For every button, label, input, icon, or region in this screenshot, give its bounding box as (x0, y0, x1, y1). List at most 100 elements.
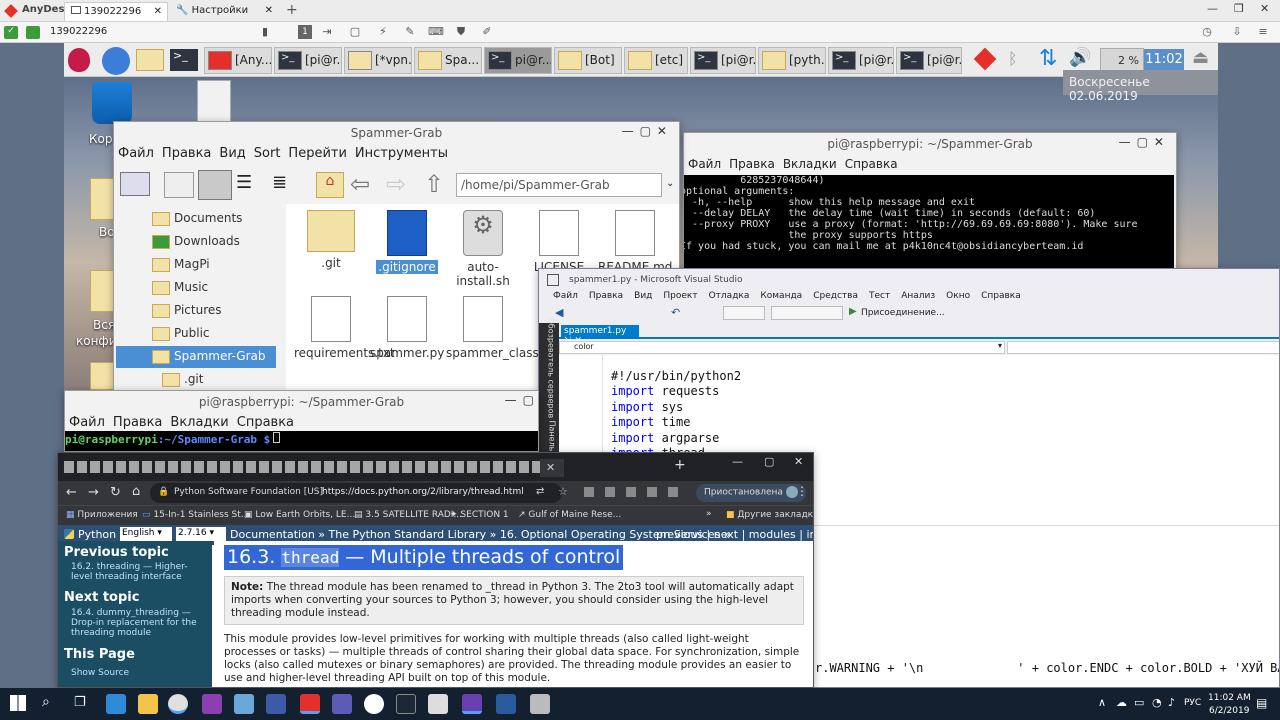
task-terminal-5[interactable]: >_[pi@r... (896, 47, 962, 74)
other-bookmarks[interactable]: ■ Другие закладки (726, 510, 813, 520)
privacy-icon[interactable]: ⛊ (454, 25, 468, 39)
menu-help[interactable]: Справка (237, 415, 294, 430)
bookmark-item[interactable]: ✦ SECTION 1 (450, 510, 509, 520)
file-item[interactable]: .git (294, 210, 368, 270)
explorer-icon[interactable] (138, 694, 158, 714)
undo-icon[interactable]: ↶ (671, 306, 680, 319)
volume-icon[interactable]: ♪ (1168, 696, 1175, 709)
bookmark-item[interactable]: ↗ Gulf of Maine Rese... (518, 510, 621, 520)
pen-icon[interactable]: ✐ (480, 25, 494, 39)
home-icon[interactable]: ⌂ (316, 172, 344, 198)
kebab-menu-icon[interactable]: ⋮ (796, 484, 808, 498)
new-window-icon[interactable] (120, 172, 150, 196)
close-icon[interactable]: ✕ (265, 5, 273, 16)
tree-pictures[interactable]: Pictures (144, 300, 222, 322)
task-terminal-4[interactable]: >_[pi@r... (828, 47, 894, 74)
star-icon[interactable]: ☆ (558, 485, 568, 498)
chat-icon[interactable]: ✎ (403, 25, 417, 39)
menu-sort[interactable]: Sort (254, 146, 281, 161)
network-icon[interactable]: ▭ (1134, 696, 1144, 709)
file-item[interactable]: ⚙ auto-install.sh (446, 210, 520, 288)
menu-project[interactable]: Проект (663, 291, 697, 301)
menu-help[interactable]: Справка (845, 157, 898, 171)
new-tab-button[interactable]: + (674, 457, 686, 473)
terminal-prompt[interactable]: pi@raspberrypi:~/Spammer-Grab $ (65, 431, 538, 451)
new-tab-button[interactable]: + (286, 2, 298, 18)
task-bot[interactable]: [Bot] (554, 47, 622, 74)
task-spa[interactable]: Spa... (414, 47, 482, 74)
sync-paused-button[interactable]: Приостановлена (696, 484, 806, 502)
language-select[interactable]: English ▾ (120, 527, 172, 541)
reload-icon[interactable]: ↻ (110, 485, 121, 500)
next-topic-link[interactable]: 16.4. dummy_threading — Drop-in replacem… (71, 608, 203, 638)
search-icon[interactable]: ⌕ (42, 694, 50, 710)
app-icon[interactable] (266, 694, 286, 714)
forward-icon[interactable]: → (88, 485, 99, 500)
pinned-tab-icons[interactable] (64, 461, 544, 473)
app-icon[interactable] (332, 694, 352, 714)
tray-chevron-icon[interactable]: ∧ (1098, 696, 1106, 709)
task-vpn[interactable]: [*vpn... (344, 47, 412, 74)
panel-clock[interactable]: 11:02 (1144, 49, 1184, 71)
close-icon[interactable]: ✕ (546, 461, 555, 474)
anydesk-taskbar-icon[interactable] (300, 694, 320, 714)
window-controls[interactable]: —▢ (505, 393, 538, 407)
toolbox-tab[interactable]: Панель (548, 421, 557, 452)
task-view-icon[interactable]: ❐ (74, 695, 86, 710)
task-anydesk[interactable]: [Any... (204, 47, 272, 74)
task-terminal-1[interactable]: >_[pi@r... (274, 47, 342, 74)
menu-tools[interactable]: Инструменты (355, 146, 448, 161)
attach-button[interactable]: Присоединение... (861, 308, 945, 318)
member-dropdown[interactable] (1007, 341, 1279, 354)
menu-view[interactable]: Вид (219, 146, 245, 161)
show-source-link[interactable]: Show Source (71, 668, 129, 678)
close-button[interactable]: ✕ (1260, 2, 1269, 15)
display-1-button[interactable]: 1 (298, 25, 312, 39)
switch-sides-icon[interactable]: ⇥ (320, 25, 334, 39)
eject-icon[interactable]: ⏏ (1192, 47, 1209, 68)
tree-documents[interactable]: Documents (144, 208, 242, 230)
menu-view[interactable]: Вид (634, 291, 652, 301)
powershell-icon[interactable] (496, 694, 516, 714)
previous-topic-link[interactable]: 16.2. threading — Higher-level threading… (71, 562, 199, 582)
app-icon[interactable] (364, 694, 384, 714)
bookmark-apps[interactable]: ▦ Приложения (66, 510, 138, 520)
file-item[interactable]: requirements.txt (294, 296, 395, 360)
archive-icon[interactable] (197, 80, 231, 122)
minimize-button[interactable]: — (732, 455, 743, 468)
wifi-icon[interactable]: ◔ (1152, 696, 1162, 709)
task-etc[interactable]: [etc] (624, 47, 688, 74)
menu-file[interactable]: Файл (688, 157, 721, 171)
tree-music[interactable]: Music (144, 277, 208, 299)
app-icon[interactable] (530, 694, 550, 714)
menu-window[interactable]: Окно (946, 291, 970, 301)
close-button[interactable]: ✕ (794, 455, 803, 468)
window-controls[interactable]: —▢✕ (622, 124, 673, 138)
forward-icon[interactable]: ⇨ (386, 170, 406, 198)
steam-icon[interactable] (396, 694, 416, 714)
app-icon[interactable] (234, 694, 254, 714)
menu-go[interactable]: Перейти (288, 146, 347, 161)
tree-public[interactable]: Public (144, 323, 210, 345)
related-links[interactable]: previous | next | modules | index (656, 528, 813, 541)
bluetooth-icon[interactable]: ᛒ (1008, 49, 1018, 68)
task-python[interactable]: [pyth... (758, 47, 826, 74)
menu-tools[interactable]: Средства (813, 291, 858, 301)
path-input[interactable]: /home/pi/Spammer-Grab (456, 173, 662, 197)
menu-icon[interactable]: ≡ (1256, 25, 1270, 39)
view-thumbnails-icon[interactable] (198, 170, 232, 200)
menu-edit[interactable]: Правка (113, 415, 162, 430)
menu-edit[interactable]: Правка (729, 157, 775, 171)
chrome-icon[interactable] (168, 694, 188, 714)
menu-team[interactable]: Команда (760, 291, 802, 301)
tree-spammer-grab[interactable]: Spammer-Grab (116, 346, 276, 368)
file-item[interactable]: spammer_class.pyc (446, 296, 564, 360)
version-select[interactable]: 2.7.16 ▾ (176, 527, 226, 541)
up-icon[interactable]: ⇧ (424, 170, 444, 198)
trash-icon[interactable] (92, 82, 132, 124)
cloud-icon[interactable]: ☁ (1116, 696, 1127, 709)
menu-file[interactable]: Файл (118, 146, 154, 161)
menu-edit[interactable]: Правка (589, 291, 623, 301)
minimize-button[interactable]: — (1207, 2, 1218, 15)
language-indicator[interactable]: РУС (1184, 698, 1201, 708)
